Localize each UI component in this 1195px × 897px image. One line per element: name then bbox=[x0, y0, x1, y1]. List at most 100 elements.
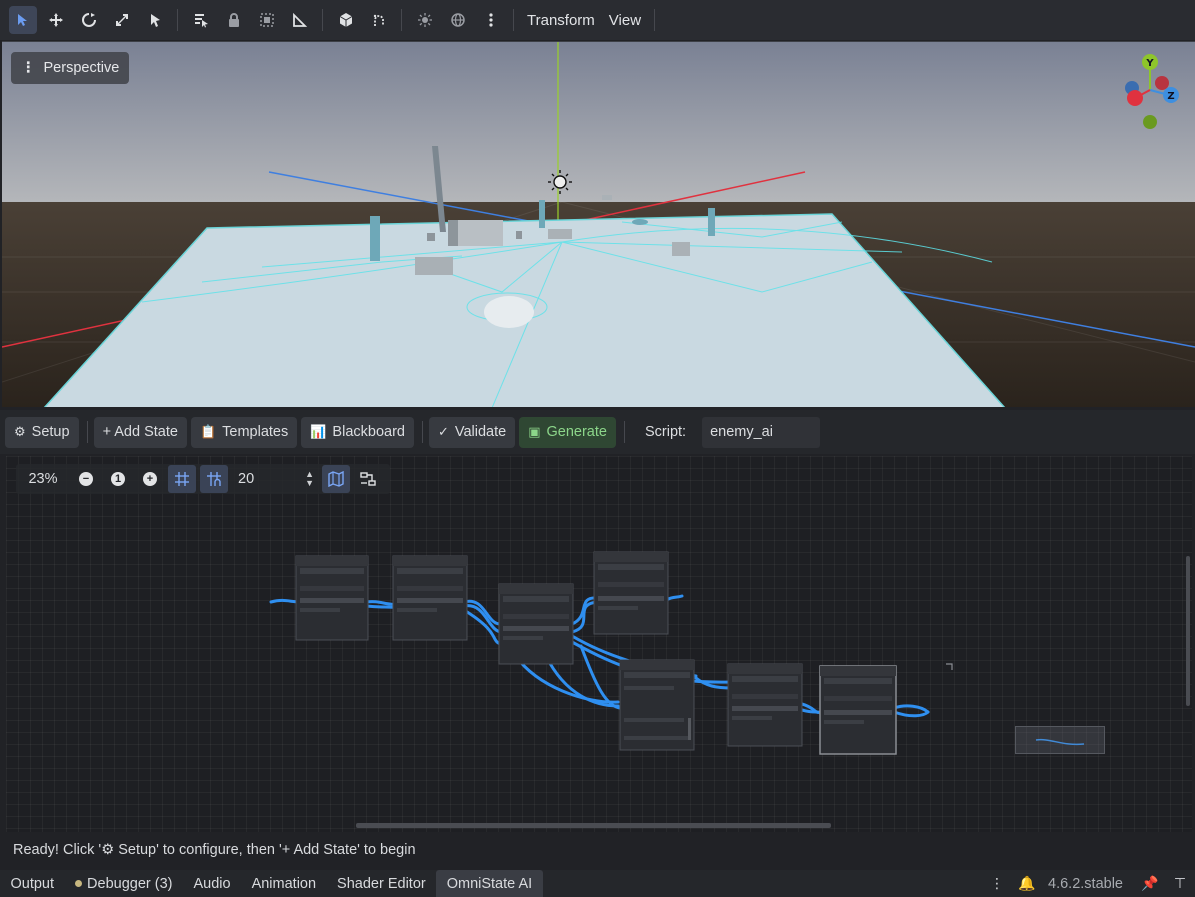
perspective-menu-button[interactable]: ⋮ Perspective bbox=[11, 52, 130, 84]
ruler-icon[interactable] bbox=[286, 6, 314, 34]
gear-icon: ⚙ bbox=[101, 842, 115, 858]
view-menu[interactable]: View bbox=[602, 12, 648, 29]
group-icon[interactable] bbox=[253, 6, 281, 34]
engine-version[interactable]: 4.6.2.stable bbox=[1048, 876, 1123, 892]
more-icon[interactable]: ⋮ bbox=[982, 875, 1012, 892]
snap-distance-spinbox[interactable]: 20 ▲ ▼ bbox=[230, 465, 320, 493]
status-message: Ready! Click '⚙ Setup' to configure, the… bbox=[13, 842, 416, 858]
vertical-scrollbar[interactable] bbox=[1186, 556, 1190, 706]
tab-debugger[interactable]: Debugger (3) bbox=[65, 870, 183, 897]
tab-shader-editor[interactable]: Shader Editor bbox=[327, 870, 437, 897]
transform-menu[interactable]: Transform bbox=[520, 12, 602, 29]
blackboard-label: Blackboard bbox=[332, 424, 405, 440]
snap-icon[interactable] bbox=[365, 6, 393, 34]
status-text-end: Setup' to configure, then '+ Add State' … bbox=[114, 842, 416, 858]
arrange-icon bbox=[360, 472, 376, 486]
toolbar-separator bbox=[86, 421, 88, 443]
graph-minimap[interactable] bbox=[1015, 726, 1105, 754]
plus-icon: + bbox=[143, 472, 157, 486]
perspective-label: Perspective bbox=[43, 60, 120, 76]
tab-audio[interactable]: Audio bbox=[183, 870, 241, 897]
axis-gizmo[interactable]: Y Z bbox=[1115, 50, 1185, 130]
zoom-reset-button[interactable]: 1 bbox=[104, 465, 132, 493]
scale-mode-icon[interactable] bbox=[108, 6, 136, 34]
clipboard-icon: 📋 bbox=[199, 424, 217, 439]
environment-icon[interactable] bbox=[444, 6, 472, 34]
save-icon: ▣ bbox=[528, 424, 541, 439]
state-node bbox=[392, 555, 468, 641]
templates-button[interactable]: 📋 Templates bbox=[190, 416, 298, 448]
lock-icon[interactable] bbox=[220, 6, 248, 34]
tab-output[interactable]: Output bbox=[0, 870, 65, 897]
more-icon: ⋮ bbox=[21, 60, 36, 76]
more-options-icon[interactable] bbox=[477, 6, 505, 34]
list-select-icon[interactable] bbox=[187, 6, 215, 34]
toolbar-separator bbox=[421, 421, 423, 443]
toolbar-separator bbox=[513, 9, 514, 31]
graph-zoom-controls: 23% − 1 + 20 ▲ ▼ bbox=[16, 464, 390, 494]
toolbar-separator bbox=[322, 9, 323, 31]
setup-label: Setup bbox=[31, 424, 70, 440]
state-node bbox=[295, 555, 369, 641]
setup-button[interactable]: ⚙ Setup bbox=[5, 416, 79, 448]
rotate-mode-icon[interactable] bbox=[75, 6, 103, 34]
pointer-icon[interactable] bbox=[141, 6, 169, 34]
tab-debugger-label: Debugger (3) bbox=[87, 875, 173, 892]
templates-label: Templates bbox=[222, 424, 289, 440]
omnistate-toolbar: ⚙ Setup + Add State 📋 Templates 📊 Blackb… bbox=[0, 410, 1195, 454]
gizmo-y-label: Y bbox=[1145, 58, 1154, 69]
check-icon: ✓ bbox=[437, 424, 449, 439]
minus-icon: − bbox=[79, 472, 93, 486]
bottom-panel-tabs: Output Debugger (3) Audio Animation Shad… bbox=[0, 870, 1195, 897]
horizontal-scrollbar[interactable] bbox=[356, 823, 831, 828]
add-state-label: + Add State bbox=[102, 424, 178, 440]
3d-viewport[interactable]: ⋮ Perspective Y Z bbox=[2, 41, 1195, 407]
move-mode-icon[interactable] bbox=[42, 6, 70, 34]
editor-3d-toolbar: Transform View bbox=[0, 0, 1195, 40]
validate-label: Validate bbox=[454, 424, 507, 440]
grid-toggle-button[interactable] bbox=[168, 465, 196, 493]
state-node bbox=[593, 551, 669, 635]
toolbar-separator bbox=[623, 421, 625, 443]
minimap-toggle-button[interactable] bbox=[322, 465, 350, 493]
bottom-right-controls: ⋮ 🔔 4.6.2.stable 📌 ⊤ bbox=[982, 870, 1195, 897]
toolbar-separator bbox=[654, 9, 656, 31]
reset-zoom-icon: 1 bbox=[111, 472, 125, 486]
snap-distance-value: 20 bbox=[238, 471, 255, 487]
toolbar-separator bbox=[401, 9, 402, 31]
minimap-icon bbox=[328, 471, 344, 487]
script-name-field[interactable]: enemy_ai bbox=[702, 416, 821, 448]
generate-label: Generate bbox=[546, 424, 607, 440]
tab-animation[interactable]: Animation bbox=[241, 870, 326, 897]
pin-icon[interactable]: 📌 bbox=[1135, 875, 1165, 892]
status-text-start: Ready! Click ' bbox=[13, 842, 102, 858]
expand-panel-icon[interactable]: ⊤ bbox=[1165, 875, 1195, 892]
zoom-level: 23% bbox=[28, 471, 58, 487]
state-node-selected bbox=[819, 665, 897, 755]
arrange-nodes-button[interactable] bbox=[354, 465, 382, 493]
zoom-out-button[interactable]: − bbox=[72, 465, 100, 493]
state-graph-editor[interactable]: 23% − 1 + 20 ▲ ▼ bbox=[6, 456, 1192, 832]
select-mode-icon[interactable] bbox=[8, 6, 37, 34]
bell-icon[interactable]: 🔔 bbox=[1012, 875, 1042, 892]
tab-omnistate-ai[interactable]: OmniState AI bbox=[436, 870, 543, 897]
state-node bbox=[727, 663, 803, 747]
add-state-button[interactable]: + Add State bbox=[93, 416, 187, 448]
generate-button[interactable]: ▣ Generate bbox=[519, 416, 616, 448]
state-node bbox=[619, 659, 695, 751]
snap-grid-icon bbox=[207, 472, 221, 486]
snap-toggle-button[interactable] bbox=[200, 465, 228, 493]
zoom-in-button[interactable]: + bbox=[136, 465, 164, 493]
gear-icon: ⚙ bbox=[14, 424, 26, 439]
blackboard-button[interactable]: 📊 Blackboard bbox=[301, 416, 414, 448]
warning-dot-icon bbox=[75, 880, 83, 887]
validate-button[interactable]: ✓ Validate bbox=[428, 416, 516, 448]
sun-icon[interactable] bbox=[411, 6, 439, 34]
bar-chart-icon: 📊 bbox=[310, 424, 327, 439]
gizmo-z-label: Z bbox=[1167, 91, 1174, 102]
toolbar-separator bbox=[177, 9, 178, 31]
scene-render bbox=[2, 42, 1195, 407]
state-node bbox=[498, 583, 574, 665]
local-space-icon[interactable] bbox=[332, 6, 360, 34]
spin-arrows-icon[interactable]: ▲ ▼ bbox=[305, 470, 320, 488]
